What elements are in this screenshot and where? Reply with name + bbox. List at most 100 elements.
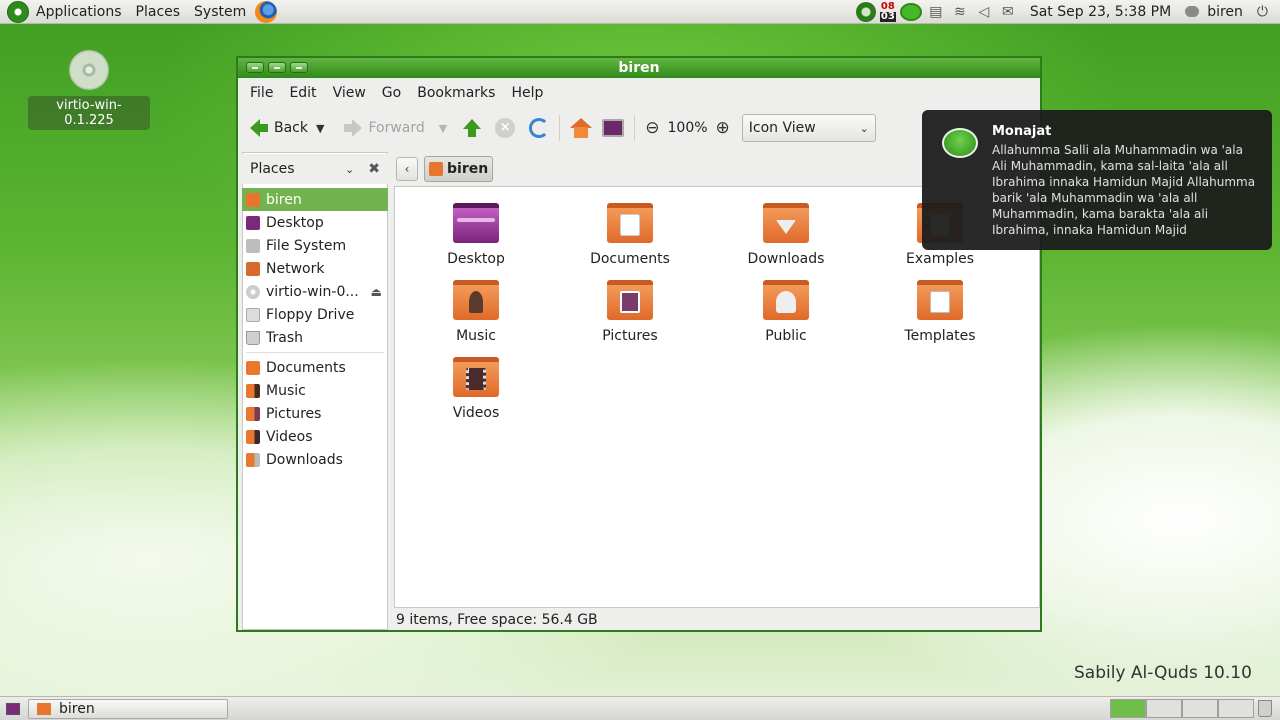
home-icon	[429, 162, 443, 176]
places-list: biren Desktop File System Network virtio…	[242, 188, 388, 471]
desktop-cd-icon[interactable]: virtio-win-0.1.225	[28, 50, 150, 130]
places-menu[interactable]: Places	[129, 0, 188, 24]
window-title: biren	[618, 60, 660, 76]
distro-brand-text: Sabily Al-Quds 10.10	[1074, 663, 1252, 683]
folder-downloads-icon	[763, 203, 809, 243]
toolbar: Back ▼ Forward ▼ × ⊖ 100% ⊕ Icon View ⌄	[238, 108, 1040, 148]
file-item-public[interactable]: Public	[731, 280, 841, 344]
clock[interactable]: Sat Sep 23, 5:38 PM	[1018, 4, 1185, 20]
cd-icon	[246, 284, 260, 299]
applications-menu[interactable]: Applications	[29, 0, 129, 24]
forward-history-dropdown-icon[interactable]: ▼	[429, 122, 457, 135]
menu-file[interactable]: File	[242, 85, 281, 101]
file-item-templates[interactable]: Templates	[885, 280, 995, 344]
file-item-music[interactable]: Music	[421, 280, 531, 344]
calendar-icon[interactable]: 08 03	[879, 1, 896, 23]
volume-icon[interactable]: ◁	[974, 2, 994, 22]
sidebar-bookmark-music[interactable]: Music	[242, 379, 388, 402]
places-dropdown-icon[interactable]: ⌄	[345, 163, 354, 176]
menu-bookmarks[interactable]: Bookmarks	[409, 85, 503, 101]
distro-logo-icon[interactable]	[7, 0, 29, 23]
notification-bubble[interactable]: Monajat Allahumma Salli ala Muhammadin w…	[922, 110, 1272, 250]
chat-icon[interactable]	[899, 2, 922, 21]
view-mode-select[interactable]: Icon View ⌄	[741, 114, 876, 142]
view-mode-value: Icon View	[748, 120, 816, 136]
places-header[interactable]: Places ⌄ ✖	[242, 154, 388, 184]
close-window-button[interactable]	[246, 62, 264, 73]
sidebar-bookmark-documents[interactable]: Documents	[242, 356, 388, 379]
close-sidebar-icon[interactable]: ✖	[368, 161, 380, 177]
trash-icon	[246, 330, 260, 345]
clipboard-icon[interactable]: ▤	[926, 2, 946, 22]
back-history-dropdown-icon[interactable]: ▼	[312, 122, 334, 135]
menu-go[interactable]: Go	[374, 85, 409, 101]
menu-edit[interactable]: Edit	[281, 85, 324, 101]
computer-button[interactable]	[596, 113, 628, 143]
sidebar-item-floppy[interactable]: Floppy Drive	[242, 303, 388, 326]
minimize-window-button[interactable]	[268, 62, 286, 73]
folder-templates-icon	[917, 280, 963, 320]
menubar: File Edit View Go Bookmarks Help	[238, 78, 1040, 108]
reload-button[interactable]	[519, 113, 553, 143]
file-item-desktop[interactable]: Desktop	[421, 203, 531, 267]
folder-pictures-icon	[607, 280, 653, 320]
maximize-window-button[interactable]	[290, 62, 308, 73]
folder-documents-icon	[246, 360, 260, 375]
workspace-2[interactable]	[1146, 699, 1182, 718]
show-desktop-icon[interactable]	[6, 702, 20, 715]
file-item-documents[interactable]: Documents	[575, 203, 685, 267]
system-menu[interactable]: System	[187, 0, 253, 24]
notification-title: Monajat	[992, 124, 1052, 139]
up-button[interactable]	[457, 113, 491, 143]
zoom-in-button[interactable]: ⊕	[712, 113, 734, 143]
user-menu[interactable]: biren	[1185, 4, 1257, 20]
trash-applet-icon[interactable]	[1258, 700, 1272, 717]
file-system-icon	[246, 238, 260, 253]
file-item-videos[interactable]: Videos	[421, 357, 531, 421]
power-icon[interactable]: ⏻	[1257, 4, 1280, 20]
back-button[interactable]: Back	[246, 113, 312, 143]
sidebar-bookmark-pictures[interactable]: Pictures	[242, 402, 388, 425]
file-item-downloads[interactable]: Downloads	[731, 203, 841, 267]
sidebar-item-network[interactable]: Network	[242, 257, 388, 280]
file-item-pictures[interactable]: Pictures	[575, 280, 685, 344]
stop-icon: ×	[495, 118, 516, 138]
chevron-down-icon: ⌄	[859, 121, 869, 135]
menu-view[interactable]: View	[325, 85, 374, 101]
sidebar-item-home[interactable]: biren	[242, 188, 388, 211]
sidebar-item-cd[interactable]: virtio-win-0... ⏏	[242, 280, 388, 303]
workspace-4[interactable]	[1218, 699, 1254, 718]
desktop-icon	[246, 215, 260, 230]
wifi-icon[interactable]: ≋	[950, 2, 970, 22]
zoom-level[interactable]: 100%	[664, 120, 712, 136]
folder-videos-icon	[246, 429, 260, 444]
mail-icon[interactable]: ✉	[998, 2, 1018, 22]
taskbar-window-button[interactable]: biren	[28, 698, 228, 719]
up-arrow-icon	[463, 119, 482, 137]
sidebar-bookmark-downloads[interactable]: Downloads	[242, 448, 388, 471]
zoom-out-button[interactable]: ⊖	[641, 113, 663, 143]
firefox-icon[interactable]	[255, 0, 278, 23]
home-icon	[246, 192, 260, 207]
places-header-label: Places	[250, 161, 295, 177]
sidebar-item-desktop[interactable]: Desktop	[242, 211, 388, 234]
folder-documents-icon	[607, 203, 653, 243]
stop-button[interactable]: ×	[491, 113, 519, 143]
sidebar-bookmark-videos[interactable]: Videos	[242, 425, 388, 448]
cd-disc-icon	[69, 50, 109, 90]
path-back-button[interactable]: ‹	[396, 157, 418, 181]
status-icon[interactable]	[855, 1, 876, 22]
home-button[interactable]	[566, 113, 596, 143]
breadcrumb-home[interactable]: biren	[424, 156, 494, 182]
bottom-panel: biren	[0, 696, 1280, 720]
workspace-3[interactable]	[1182, 699, 1218, 718]
sidebar-item-trash[interactable]: Trash	[242, 326, 388, 349]
window-titlebar[interactable]: biren	[238, 58, 1040, 78]
workspace-1[interactable]	[1110, 699, 1146, 718]
forward-button[interactable]: Forward	[334, 113, 428, 143]
sidebar-item-file-system[interactable]: File System	[242, 234, 388, 257]
home-folder-icon	[37, 702, 51, 715]
menu-help[interactable]: Help	[503, 85, 551, 101]
user-status-icon	[1185, 6, 1200, 17]
eject-icon[interactable]: ⏏	[371, 285, 382, 299]
